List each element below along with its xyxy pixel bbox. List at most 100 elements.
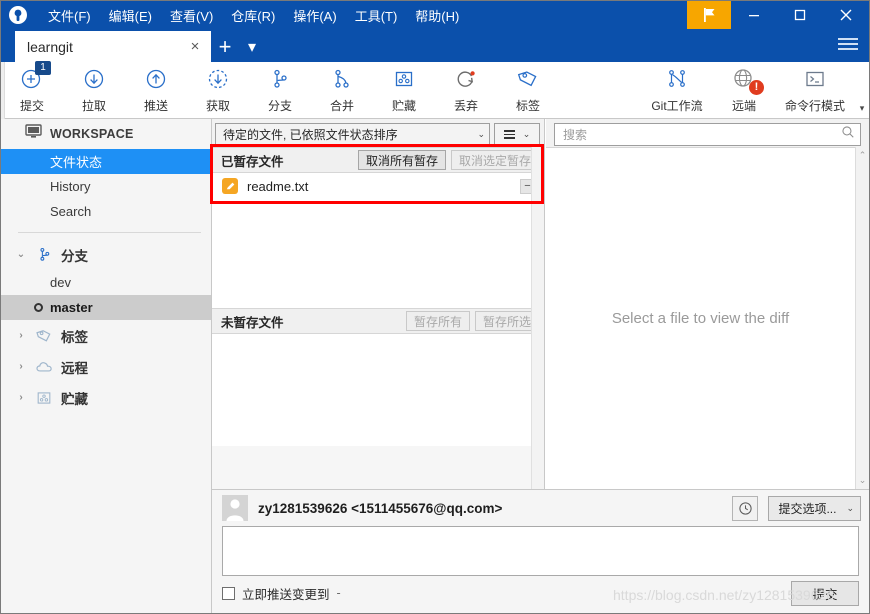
- chevron-right-icon[interactable]: ›: [15, 361, 27, 372]
- tag-icon: [516, 66, 540, 92]
- sidebar-group-tags[interactable]: › 标签: [1, 320, 211, 351]
- search-placeholder: 搜索: [563, 128, 588, 142]
- commit-count-badge: 1: [35, 61, 51, 75]
- tab-close-icon[interactable]: ×: [185, 37, 205, 57]
- scroll-up-icon[interactable]: ⌃: [859, 150, 867, 161]
- sidebar-group-remotes[interactable]: › 远程: [1, 351, 211, 382]
- remote-error-badge: !: [749, 80, 764, 95]
- sidebar-group-stashes[interactable]: › 贮藏: [1, 382, 211, 413]
- toolbar-remote-button[interactable]: ! 远端: [713, 63, 775, 118]
- file-list: readme.txt −: [212, 173, 544, 199]
- menu-item-help[interactable]: 帮助(H): [406, 2, 468, 29]
- unstaged-files-title: 未暂存文件: [221, 315, 284, 330]
- sidebar-branch-label: master: [50, 300, 93, 315]
- tab-label: learngit: [27, 38, 73, 55]
- toolbar-discard-label: 丢弃: [453, 99, 478, 113]
- staged-files-header: 已暂存文件 取消所有暂存 取消选定暂存: [212, 147, 544, 173]
- sidebar: WORKSPACE 文件状态 History Search ⌄ 分支 dev m…: [1, 119, 212, 613]
- chevron-down-icon: ⌄: [477, 129, 485, 139]
- menu-bar[interactable]: 文件(F) 编辑(E) 查看(V) 仓库(R) 操作(A) 工具(T) 帮助(H…: [39, 1, 468, 29]
- stage-selected-button[interactable]: 暂存所选: [474, 311, 539, 331]
- stage-all-button[interactable]: 暂存所有: [405, 311, 470, 331]
- search-input[interactable]: 搜索: [554, 123, 861, 146]
- diff-search-bar: 搜索: [546, 119, 869, 147]
- menu-item-edit[interactable]: 编辑(E): [100, 2, 161, 29]
- sourcetree-window: 文件(F) 编辑(E) 查看(V) 仓库(R) 操作(A) 工具(T) 帮助(H…: [0, 0, 870, 614]
- file-sort-label: 待定的文件, 已依照文件状态排序: [223, 128, 398, 142]
- toolbar-fetch-label: 获取: [205, 99, 230, 113]
- toolbar-pull-button[interactable]: 拉取: [63, 63, 125, 118]
- sidebar-branch-dev[interactable]: dev: [1, 270, 211, 295]
- push-immediately-checkbox[interactable]: [222, 586, 235, 600]
- menu-item-repository[interactable]: 仓库(R): [222, 2, 284, 29]
- toolbar-branch-label: 分支: [267, 99, 292, 113]
- commit-button[interactable]: 提交: [791, 580, 859, 606]
- toolbar-stash-button[interactable]: 贮藏: [373, 63, 435, 118]
- toolbar-terminal-button[interactable]: 命令行模式: [775, 63, 855, 118]
- close-button[interactable]: [823, 1, 869, 29]
- hamburger-menu-icon[interactable]: [827, 31, 869, 62]
- tab-learngit[interactable]: learngit ×: [15, 31, 211, 62]
- toolbar-discard-button[interactable]: 丢弃: [435, 63, 497, 118]
- chevron-down-icon[interactable]: ⌄: [15, 249, 27, 260]
- toolbar-tag-button[interactable]: 标签: [497, 63, 559, 118]
- commit-footer: 立即推送变更到 - 提交: [212, 576, 869, 610]
- file-view-options-button[interactable]: ⌄: [494, 123, 540, 146]
- commit-options-label: 提交选项...: [778, 501, 837, 516]
- avatar: [222, 495, 248, 521]
- clock-icon[interactable]: [732, 495, 759, 521]
- current-branch-dot-icon: [34, 303, 43, 312]
- sidebar-item-history[interactable]: History: [1, 174, 211, 199]
- flag-icon[interactable]: [687, 1, 731, 29]
- sidebar-item-file-status[interactable]: 文件状态: [1, 149, 211, 174]
- cloud-icon: [34, 359, 54, 375]
- stash-icon: [392, 66, 416, 92]
- push-immediately-label: 立即推送变更到: [242, 587, 330, 602]
- toolbar-fetch-button[interactable]: 获取: [187, 63, 249, 118]
- add-tab-button[interactable]: +: [211, 31, 239, 62]
- table-row[interactable]: readme.txt −: [212, 173, 544, 199]
- chevron-right-icon[interactable]: ›: [15, 392, 27, 403]
- toolbar-tag-label: 标签: [515, 99, 540, 113]
- sidebar-item-search[interactable]: Search: [1, 199, 211, 224]
- minimize-button[interactable]: [731, 1, 777, 29]
- diff-panel: 搜索 Select a file to view the diff ⌃ ⌄: [546, 119, 869, 489]
- unstage-selected-button[interactable]: 取消选定暂存: [450, 150, 539, 170]
- toolbar-overflow-caret-icon[interactable]: ▾: [855, 63, 869, 118]
- search-icon[interactable]: [841, 125, 855, 144]
- unstage-all-button[interactable]: 取消所有暂存: [357, 150, 446, 170]
- commit-message-input[interactable]: [222, 526, 859, 576]
- file-sort-dropdown[interactable]: 待定的文件, 已依照文件状态排序 ⌄: [215, 123, 490, 146]
- sidebar-group-label: 贮藏: [61, 391, 88, 407]
- list-lines-icon: [503, 130, 515, 139]
- tab-strip: learngit × + ▾: [1, 29, 869, 62]
- commit-options-dropdown[interactable]: 提交选项... ⌄: [768, 495, 861, 521]
- sidebar-group-label: 远程: [61, 360, 88, 376]
- staged-files-list: readme.txt −: [212, 173, 544, 308]
- toolbar-merge-label: 合并: [329, 99, 354, 113]
- menu-item-actions[interactable]: 操作(A): [284, 2, 345, 29]
- chevron-down-icon: ⌄: [522, 129, 531, 139]
- toolbar-commit-label: 提交: [19, 99, 44, 113]
- menu-item-file[interactable]: 文件(F): [39, 2, 100, 29]
- scroll-down-icon[interactable]: ⌄: [859, 475, 867, 486]
- toolbar-branch-button[interactable]: 分支: [249, 63, 311, 118]
- sidebar-divider: [18, 232, 201, 233]
- maximize-button[interactable]: [777, 1, 823, 29]
- tab-dropdown-caret-icon[interactable]: ▾: [239, 31, 265, 62]
- sidebar-branch-master[interactable]: master: [1, 295, 211, 320]
- file-panel-scrollbar[interactable]: [531, 147, 544, 489]
- diff-panel-scrollbar[interactable]: ⌃ ⌄: [855, 147, 869, 489]
- sidebar-item-label: 文件状态: [50, 155, 103, 170]
- menu-item-view[interactable]: 查看(V): [161, 2, 222, 29]
- unstaged-files-list: [212, 334, 544, 446]
- sidebar-workspace-label: WORKSPACE: [50, 127, 134, 141]
- menu-item-tools[interactable]: 工具(T): [346, 2, 407, 29]
- sidebar-group-branches[interactable]: ⌄ 分支: [1, 239, 211, 270]
- toolbar-push-button[interactable]: 推送: [125, 63, 187, 118]
- chevron-right-icon[interactable]: ›: [15, 330, 27, 341]
- toolbar-merge-button[interactable]: 合并: [311, 63, 373, 118]
- toolbar-commit-button[interactable]: 1 提交: [1, 61, 63, 118]
- sidebar-workspace-header[interactable]: WORKSPACE: [1, 119, 211, 149]
- toolbar-gitflow-button[interactable]: Git工作流: [641, 63, 713, 118]
